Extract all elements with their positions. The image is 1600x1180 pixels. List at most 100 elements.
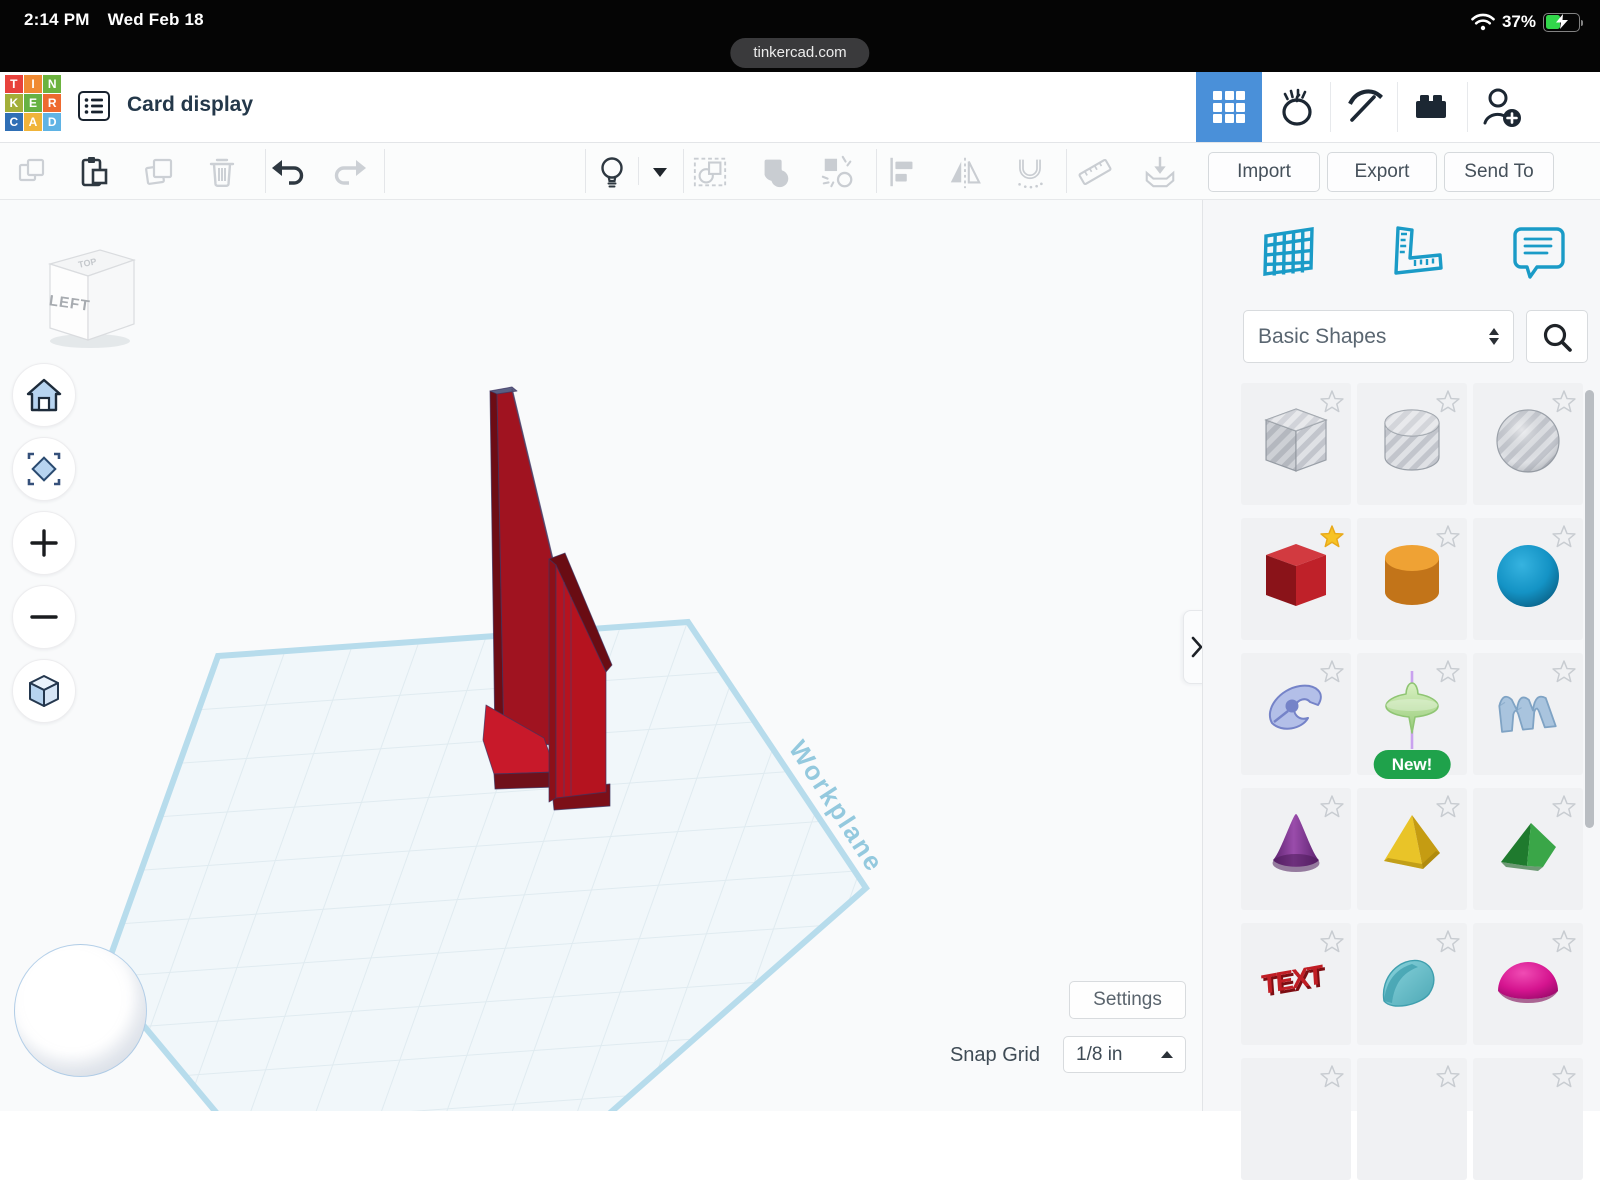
view-cube[interactable]: LEFT TOP xyxy=(38,238,142,350)
shape-tile-spin-top[interactable]: New! xyxy=(1357,653,1467,779)
shape-category-value: Basic Shapes xyxy=(1258,324,1387,348)
favorite-star-icon[interactable] xyxy=(1320,930,1344,953)
shape-tile-shape-17[interactable] xyxy=(1357,1058,1467,1180)
notes-button[interactable] xyxy=(1508,222,1568,284)
logo-tile: R xyxy=(43,94,61,112)
ruler-tool-button[interactable] xyxy=(1077,154,1113,190)
mirror-button[interactable] xyxy=(947,154,983,190)
favorite-star-icon[interactable] xyxy=(1436,930,1460,953)
shape-tile-hole-sphere[interactable] xyxy=(1473,383,1583,505)
perspective-toggle-button[interactable] xyxy=(12,659,76,723)
shape-category-dropdown[interactable]: Basic Shapes xyxy=(1243,310,1514,363)
tinkercad-logo[interactable]: TIN KER CAD xyxy=(5,75,61,131)
bricks-button[interactable] xyxy=(1398,72,1464,142)
favorite-star-icon[interactable] xyxy=(1552,660,1576,683)
shape-tile-shape-18[interactable] xyxy=(1473,1058,1583,1180)
group-icon xyxy=(693,157,727,187)
favorite-star-icon[interactable] xyxy=(1436,1065,1460,1088)
copy-icon xyxy=(18,158,45,182)
shape-tile-cylinder[interactable] xyxy=(1357,518,1467,640)
favorite-star-icon[interactable] xyxy=(1552,795,1576,818)
shape-tile-pyramid[interactable] xyxy=(1357,788,1467,910)
zoom-out-button[interactable] xyxy=(12,585,76,649)
drop-to-workplane-button[interactable] xyxy=(1142,154,1178,190)
fit-view-button[interactable] xyxy=(12,437,76,501)
panel-collapse-tab[interactable] xyxy=(1183,610,1202,684)
url-pill[interactable]: tinkercad.com xyxy=(730,38,870,68)
favorite-star-icon[interactable] xyxy=(1320,525,1344,548)
favorite-star-icon[interactable] xyxy=(1320,660,1344,683)
caret-down-icon xyxy=(653,168,667,177)
shape-tile-box[interactable] xyxy=(1241,518,1351,640)
scene-canvas[interactable]: Workplane xyxy=(0,200,1202,1111)
shape-grid: New! TEXT TEXT xyxy=(1241,383,1587,1180)
duplicate-button[interactable] xyxy=(142,154,178,190)
copy-button[interactable] xyxy=(14,154,50,190)
home-view-button[interactable] xyxy=(12,363,76,427)
app-header: TIN KER CAD Card display xyxy=(0,72,1600,203)
edit-toolbar: Import Export Send To xyxy=(0,143,1600,200)
shape-tile-cone[interactable] xyxy=(1241,788,1351,910)
favorite-star-icon[interactable] xyxy=(1552,930,1576,953)
snap-button[interactable] xyxy=(1012,154,1048,190)
toggle-workplane-button[interactable] xyxy=(1259,222,1319,284)
align-icon xyxy=(890,157,913,187)
send-to-button[interactable]: Send To xyxy=(1444,152,1554,192)
shape-tile-extrusion[interactable] xyxy=(1473,653,1583,775)
align-button[interactable] xyxy=(885,154,921,190)
shape-tile-text[interactable]: TEXT TEXT xyxy=(1241,923,1351,1045)
perspective-cube-icon xyxy=(29,675,59,707)
shape-tile-round-roof[interactable] xyxy=(1357,923,1467,1045)
zoom-in-button[interactable] xyxy=(12,511,76,575)
person-add-icon xyxy=(1483,88,1521,127)
shape-tile-sphere[interactable] xyxy=(1473,518,1583,640)
ruler-helper-button[interactable] xyxy=(1386,222,1446,284)
shape-tile-hole-cylinder[interactable] xyxy=(1357,383,1467,505)
paste-button[interactable] xyxy=(75,154,111,190)
delete-button[interactable] xyxy=(204,154,240,190)
design-list-icon[interactable] xyxy=(78,91,110,121)
plus-icon xyxy=(30,529,58,557)
add-collaborator-button[interactable] xyxy=(1468,72,1534,142)
shape-tile-shape-16[interactable] xyxy=(1241,1058,1351,1180)
ungroup-icon xyxy=(764,159,789,188)
favorite-star-icon[interactable] xyxy=(1320,390,1344,413)
minus-icon xyxy=(30,615,58,619)
snap-grid-dropdown[interactable]: 1/8 in xyxy=(1063,1036,1186,1073)
favorite-star-icon[interactable] xyxy=(1320,1065,1344,1088)
orbit-joystick[interactable] xyxy=(14,944,147,1077)
status-time: 2:14 PM xyxy=(24,10,90,29)
ungroup-button[interactable] xyxy=(757,154,793,190)
favorite-star-icon[interactable] xyxy=(1552,525,1576,548)
grid-view-icon xyxy=(1213,91,1245,123)
show-all-button[interactable] xyxy=(594,154,630,190)
favorite-star-icon[interactable] xyxy=(1320,795,1344,818)
group-button[interactable] xyxy=(692,154,728,190)
shape-tile-scribble[interactable] xyxy=(1241,653,1351,775)
caret-up-icon xyxy=(1161,1051,1173,1058)
favorite-star-icon[interactable] xyxy=(1552,1065,1576,1088)
show-all-dropdown[interactable] xyxy=(642,154,678,190)
shape-search-button[interactable] xyxy=(1526,310,1588,363)
ungroup-all-button[interactable] xyxy=(820,154,856,190)
favorite-star-icon[interactable] xyxy=(1436,795,1460,818)
settings-button[interactable]: Settings xyxy=(1069,981,1186,1019)
favorite-star-icon[interactable] xyxy=(1436,390,1460,413)
sim-lab-button[interactable] xyxy=(1264,72,1330,142)
import-button[interactable]: Import xyxy=(1208,152,1320,192)
undo-button[interactable] xyxy=(270,154,306,190)
favorite-star-icon[interactable] xyxy=(1436,525,1460,548)
view-3d-button[interactable] xyxy=(1196,72,1262,142)
viewport-3d[interactable]: Workplane LEFT TOP Settings Snap Grid 1/… xyxy=(0,200,1202,1111)
favorite-star-icon[interactable] xyxy=(1436,660,1460,683)
panel-scrollbar[interactable] xyxy=(1585,390,1594,828)
redo-button[interactable] xyxy=(332,154,368,190)
export-button[interactable]: Export xyxy=(1327,152,1437,192)
shape-tile-roof[interactable] xyxy=(1473,788,1583,910)
favorite-star-icon[interactable] xyxy=(1552,390,1576,413)
chevron-right-icon xyxy=(1191,636,1202,658)
redo-icon xyxy=(334,160,366,185)
shape-tile-hole-box[interactable] xyxy=(1241,383,1351,505)
blocks-button[interactable] xyxy=(1331,72,1397,142)
shape-tile-half-sphere[interactable] xyxy=(1473,923,1583,1045)
